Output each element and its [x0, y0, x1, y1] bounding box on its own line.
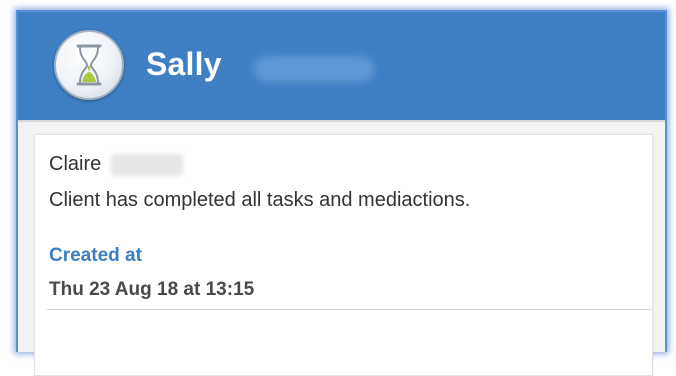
created-at-value: Thu 23 Aug 18 at 13:15 — [49, 279, 255, 300]
hourglass-graphic — [76, 44, 102, 86]
app-window: Sally Claire Client has completed all ta… — [16, 10, 667, 376]
hourglass-icon[interactable] — [54, 30, 124, 100]
sender-row: Claire — [49, 153, 184, 176]
page-title: Sally — [146, 46, 222, 82]
notification-card[interactable]: Claire Client has completed all tasks an… — [34, 134, 653, 376]
created-at-label: Created at — [49, 245, 142, 266]
notification-message: Client has completed all tasks and media… — [49, 189, 471, 211]
redacted-surname — [254, 56, 374, 82]
redacted-sender-surname — [111, 153, 184, 176]
sender-name: Claire — [49, 153, 102, 175]
app-header: Sally — [18, 12, 665, 122]
divider — [47, 309, 651, 310]
